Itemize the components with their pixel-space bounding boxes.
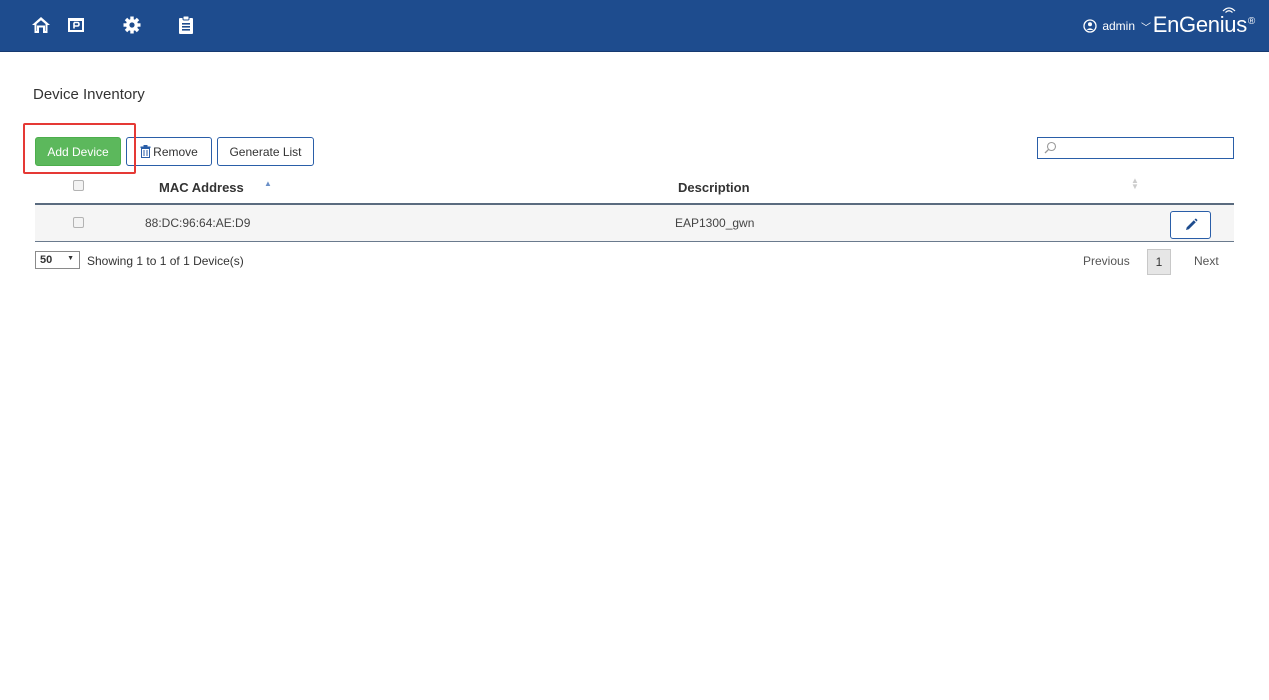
showing-count: Showing 1 to 1 of 1 Device(s)	[87, 254, 244, 268]
column-header-mac[interactable]: MAC Address	[159, 180, 244, 195]
next-page-button[interactable]: Next	[1194, 254, 1219, 268]
edit-button[interactable]	[1170, 211, 1211, 239]
mac-address-cell: 88:DC:96:64:AE:D9	[145, 216, 251, 230]
page-size-value: 50	[40, 254, 53, 266]
dropdown-arrow-icon: ▼	[67, 255, 74, 262]
user-icon	[1083, 19, 1097, 33]
search-field[interactable]	[1037, 137, 1234, 159]
current-page-button[interactable]: 1	[1147, 249, 1171, 275]
sort-both-icon[interactable]: ▲ ▼	[1131, 177, 1139, 191]
clipboard-list-icon[interactable]	[174, 13, 198, 37]
brand-logo: EnGenius®	[1152, 12, 1256, 37]
table-header: MAC Address ▲ Description ▲ ▼	[35, 170, 1234, 205]
user-menu[interactable]: admin ﹀	[1083, 16, 1151, 36]
page-title: Device Inventory	[33, 86, 145, 103]
previous-page-button[interactable]: Previous	[1083, 254, 1130, 268]
page-size-select[interactable]: 50 ▼	[35, 251, 80, 269]
home-icon[interactable]	[29, 13, 53, 37]
add-device-button[interactable]: Add Device	[35, 137, 121, 166]
top-navigation-bar: admin ﹀ EnGenius®	[0, 0, 1269, 52]
trash-icon	[140, 145, 151, 158]
search-icon	[1044, 141, 1057, 154]
chevron-down-icon: ﹀	[1141, 22, 1151, 34]
column-header-description[interactable]: Description	[678, 180, 750, 195]
pencil-icon	[1185, 218, 1197, 230]
description-cell: EAP1300_gwn	[675, 216, 755, 230]
device-table: MAC Address ▲ Description ▲ ▼ 88:DC:96:64…	[35, 170, 1234, 242]
table-row: 88:DC:96:64:AE:D9 EAP1300_gwn	[35, 205, 1234, 242]
row-checkbox[interactable]	[73, 217, 84, 228]
search-input[interactable]	[1060, 140, 1230, 156]
settings-gear-icon[interactable]	[120, 13, 144, 37]
sort-ascending-icon[interactable]: ▲	[264, 179, 272, 188]
select-all-checkbox[interactable]	[73, 180, 84, 191]
username: admin	[1102, 19, 1135, 33]
generate-list-button[interactable]: Generate List	[217, 137, 314, 166]
network-icon[interactable]	[64, 13, 88, 37]
table-footer: 50 ▼ Showing 1 to 1 of 1 Device(s) Previ…	[35, 249, 1234, 275]
remove-button-label: Remove	[153, 144, 198, 159]
remove-button[interactable]: Remove	[126, 137, 212, 166]
